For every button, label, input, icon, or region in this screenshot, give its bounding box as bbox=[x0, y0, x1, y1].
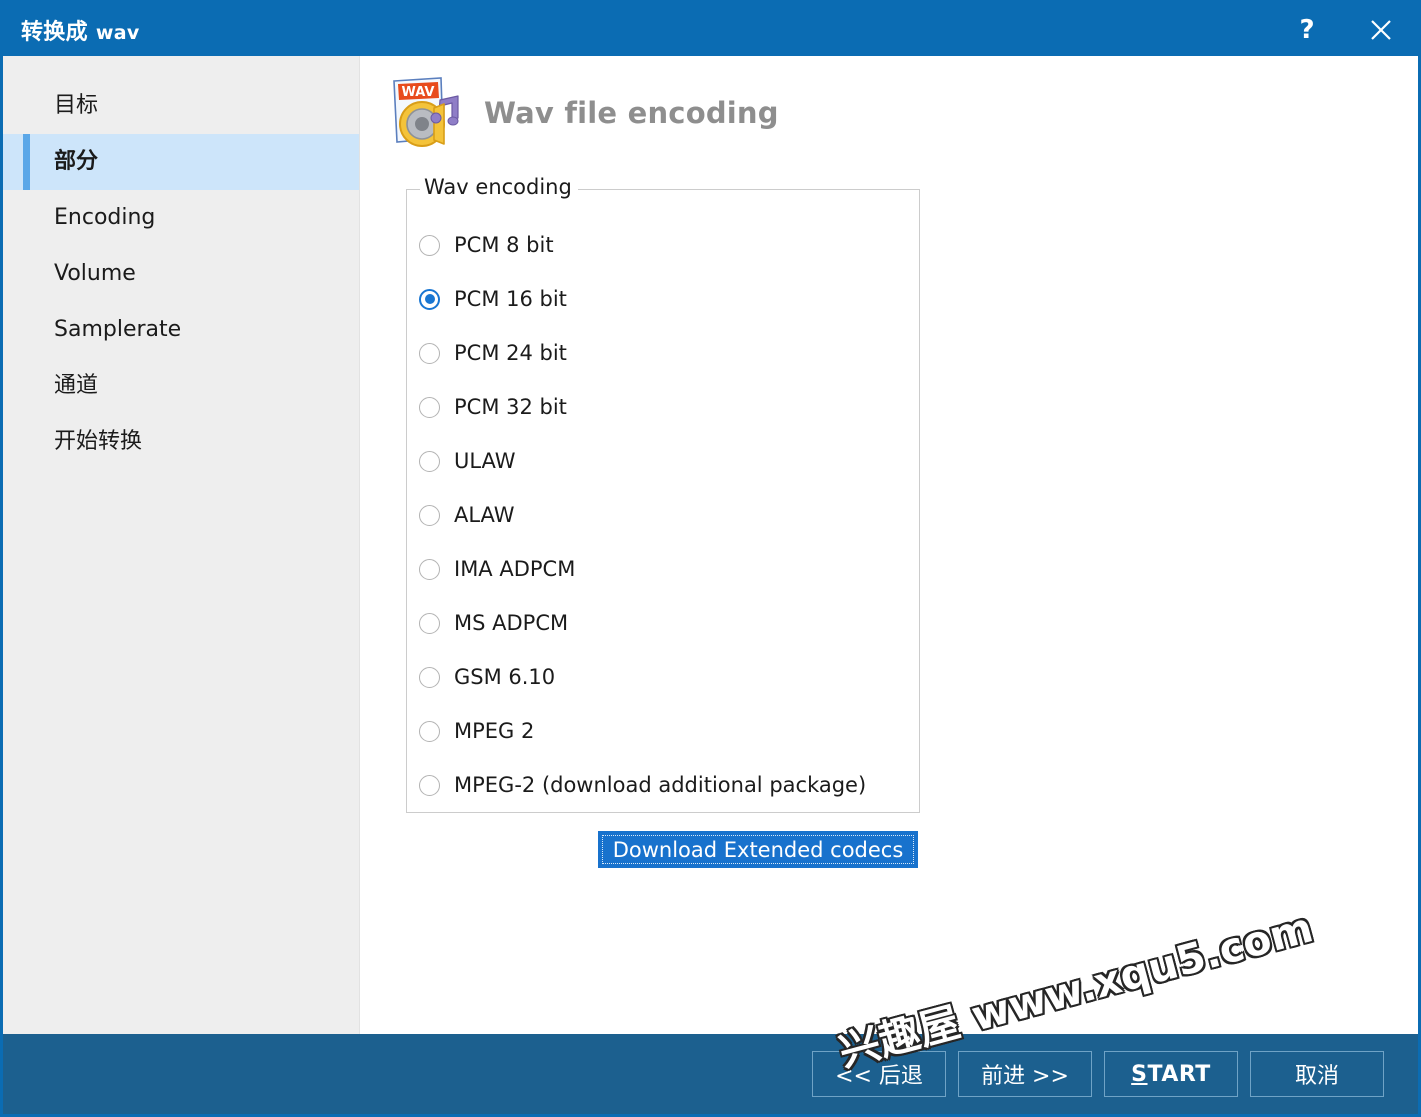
next-button[interactable]: 前进 >> bbox=[958, 1051, 1092, 1097]
radio-option-label: ULAW bbox=[454, 449, 516, 473]
radio-button-icon[interactable] bbox=[419, 396, 440, 418]
title-bar-buttons: ? bbox=[1270, 3, 1418, 56]
next-button-label: 前进 >> bbox=[981, 1064, 1069, 1089]
wav-file-icon: WAV bbox=[386, 74, 464, 152]
sidebar-item-label: 部分 bbox=[54, 149, 99, 174]
radio-option-label: PCM 24 bit bbox=[454, 341, 567, 365]
radio-option-pcm-32-bit[interactable]: PCM 32 bit bbox=[419, 380, 919, 434]
sidebar-item-target[interactable]: 目标 bbox=[3, 78, 359, 134]
radio-option-gsm-610[interactable]: GSM 6.10 bbox=[419, 650, 919, 704]
sidebar-item-encoding[interactable]: Encoding bbox=[3, 190, 359, 246]
radio-option-label: PCM 8 bit bbox=[454, 233, 554, 257]
content-pane: WAV Wav file encoding Wav encoding PCM 8… bbox=[360, 56, 1418, 1034]
back-button-label: << 后退 bbox=[835, 1064, 923, 1089]
radio-option-ima-adpcm[interactable]: IMA ADPCM bbox=[419, 542, 919, 596]
convert-to-wav-dialog: 转换成 wav ? 目标 部分 Encoding Volume Samplera… bbox=[0, 0, 1421, 1117]
title-bar: 转换成 wav ? bbox=[3, 3, 1418, 56]
radio-option-ms-adpcm[interactable]: MS ADPCM bbox=[419, 596, 919, 650]
group-legend: Wav encoding bbox=[420, 175, 578, 199]
radio-option-pcm-8-bit[interactable]: PCM 8 bit bbox=[419, 218, 919, 272]
sidebar-item-channels[interactable]: 通道 bbox=[3, 358, 359, 414]
page-header: WAV Wav file encoding bbox=[386, 70, 1418, 156]
window-title-cjk: 转换成 bbox=[21, 19, 88, 45]
close-icon[interactable] bbox=[1344, 3, 1418, 56]
window-title-format: wav bbox=[95, 21, 140, 44]
radio-button-icon[interactable] bbox=[419, 666, 440, 688]
radio-option-alaw[interactable]: ALAW bbox=[419, 488, 919, 542]
page-title: Wav file encoding bbox=[484, 96, 779, 130]
svg-text:WAV: WAV bbox=[402, 85, 435, 100]
sidebar-item-volume[interactable]: Volume bbox=[3, 246, 359, 302]
radio-button-icon[interactable] bbox=[419, 558, 440, 580]
window-title: 转换成 wav bbox=[21, 14, 140, 46]
radio-option-ulaw[interactable]: ULAW bbox=[419, 434, 919, 488]
cancel-button-label: 取消 bbox=[1294, 1064, 1339, 1089]
radio-option-label: MPEG 2 bbox=[454, 719, 535, 743]
radio-button-icon[interactable] bbox=[419, 504, 440, 526]
radio-option-label: MS ADPCM bbox=[454, 611, 569, 635]
sidebar-item-label: Samplerate bbox=[54, 317, 182, 342]
sidebar-item-label: Volume bbox=[54, 261, 136, 286]
radio-button-icon[interactable] bbox=[419, 612, 440, 634]
radio-option-label: MPEG-2 (download additional package) bbox=[454, 773, 867, 797]
back-button[interactable]: << 后退 bbox=[812, 1051, 946, 1097]
radio-option-mpeg-2[interactable]: MPEG 2 bbox=[419, 704, 919, 758]
dialog-body: 目标 部分 Encoding Volume Samplerate 通道 开始转换 bbox=[3, 56, 1418, 1034]
sidebar-item-label: 通道 bbox=[54, 373, 99, 398]
sidebar-item-label: 开始转换 bbox=[54, 429, 143, 454]
radio-option-label: ALAW bbox=[454, 503, 515, 527]
radio-button-icon[interactable] bbox=[419, 450, 440, 472]
radio-option-label: PCM 16 bit bbox=[454, 287, 567, 311]
cancel-button[interactable]: 取消 bbox=[1250, 1051, 1384, 1097]
radio-option-label: IMA ADPCM bbox=[454, 557, 576, 581]
sidebar-item-start-conversion[interactable]: 开始转换 bbox=[3, 414, 359, 470]
wav-encoding-radio-list: PCM 8 bit PCM 16 bit PCM 24 bit PCM 32 b… bbox=[407, 190, 919, 812]
sidebar-item-part[interactable]: 部分 bbox=[3, 134, 359, 190]
download-button-label: Download Extended codecs bbox=[612, 837, 904, 862]
radio-option-mpeg-2-download[interactable]: MPEG-2 (download additional package) bbox=[419, 758, 919, 812]
start-button-accelerator: S bbox=[1131, 1061, 1148, 1087]
radio-button-icon[interactable] bbox=[419, 342, 440, 364]
wizard-button-bar: << 后退 前进 >> S TART 取消 bbox=[3, 1034, 1418, 1114]
radio-option-label: GSM 6.10 bbox=[454, 665, 556, 689]
radio-option-pcm-16-bit[interactable]: PCM 16 bit bbox=[419, 272, 919, 326]
radio-button-icon[interactable] bbox=[419, 774, 440, 796]
radio-button-icon[interactable] bbox=[419, 234, 440, 256]
wav-encoding-group: Wav encoding PCM 8 bit PCM 16 bit PCM 24… bbox=[406, 175, 920, 813]
radio-option-pcm-24-bit[interactable]: PCM 24 bit bbox=[419, 326, 919, 380]
radio-option-label: PCM 32 bit bbox=[454, 395, 567, 419]
wizard-step-sidebar: 目标 部分 Encoding Volume Samplerate 通道 开始转换 bbox=[3, 56, 360, 1034]
radio-button-icon[interactable] bbox=[419, 720, 440, 742]
sidebar-item-samplerate[interactable]: Samplerate bbox=[3, 302, 359, 358]
download-extended-codecs-button[interactable]: Download Extended codecs bbox=[598, 831, 918, 868]
start-button[interactable]: S TART bbox=[1104, 1051, 1238, 1097]
question-mark-icon[interactable]: ? bbox=[1270, 3, 1344, 56]
start-button-label: TART bbox=[1147, 1061, 1211, 1087]
sidebar-item-label: Encoding bbox=[54, 205, 156, 230]
sidebar-item-label: 目标 bbox=[54, 93, 99, 118]
radio-button-selected-icon[interactable] bbox=[419, 288, 440, 310]
